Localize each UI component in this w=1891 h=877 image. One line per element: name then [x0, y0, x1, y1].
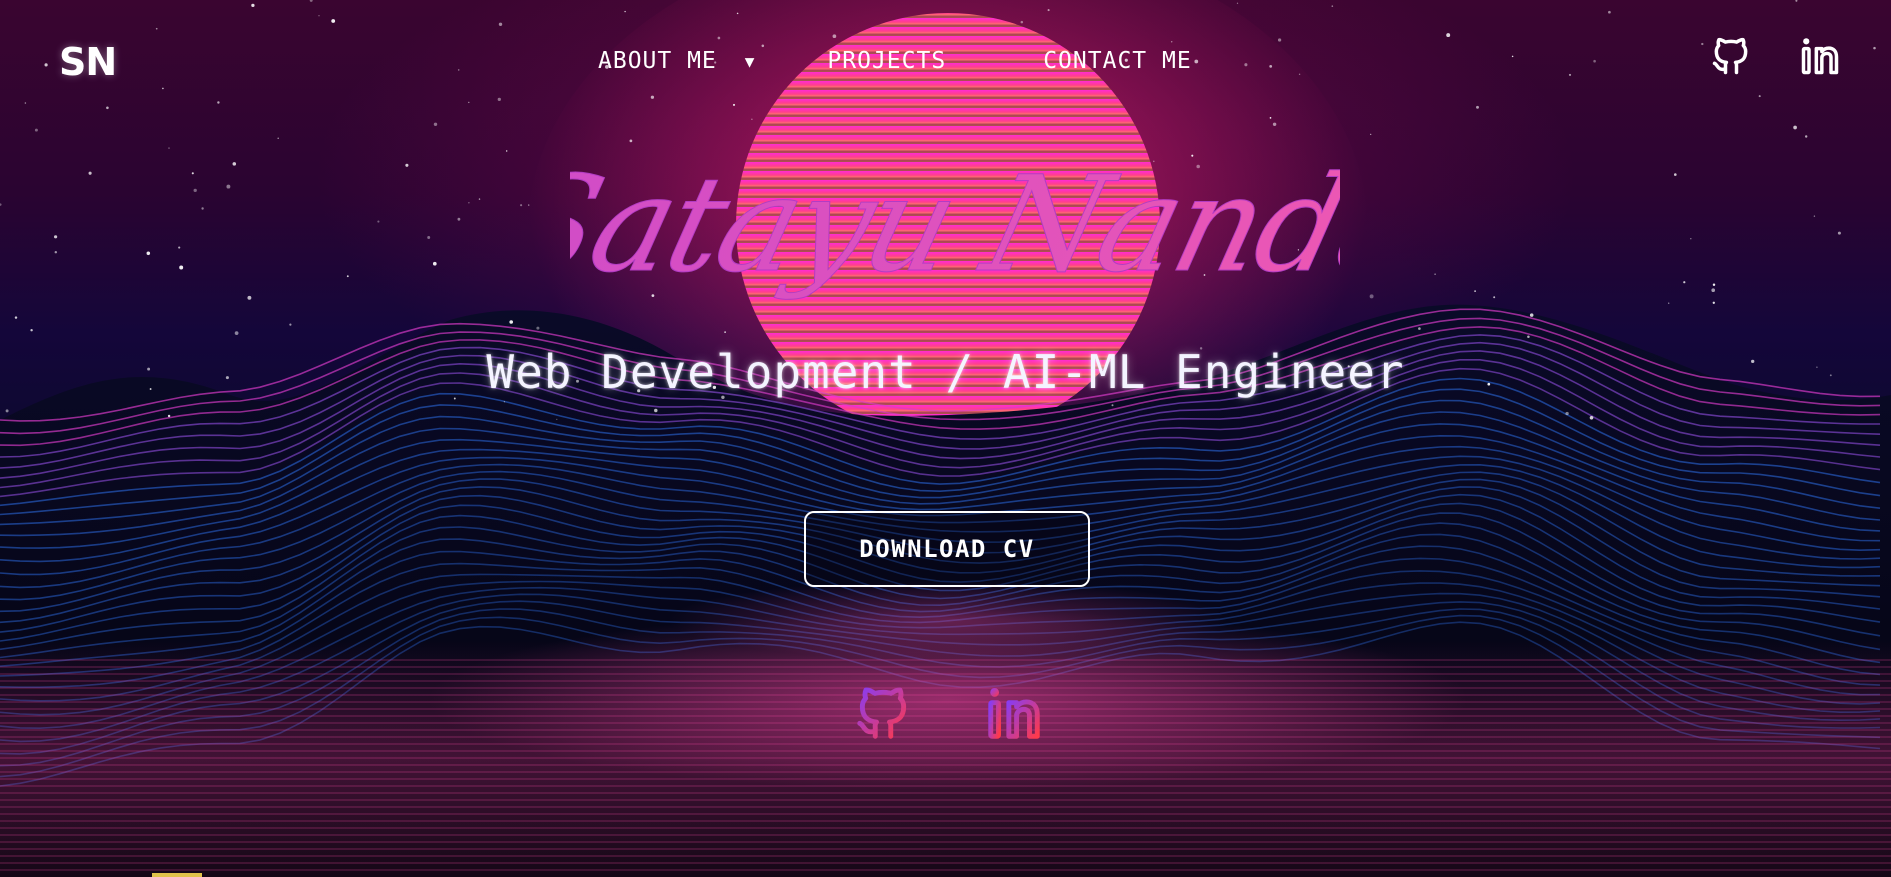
star — [505, 150, 508, 152]
star — [234, 331, 239, 335]
star — [1418, 327, 1421, 330]
chevron-down-icon[interactable]: ▼ — [745, 52, 756, 71]
star — [751, 118, 753, 120]
star — [1668, 302, 1670, 304]
star — [1111, 404, 1114, 407]
star — [468, 202, 470, 204]
star — [289, 323, 292, 326]
github-icon[interactable] — [1709, 34, 1753, 78]
star — [405, 163, 409, 167]
star — [427, 236, 431, 239]
star — [1565, 411, 1569, 416]
nav-item-projects[interactable]: PROJECTS — [827, 48, 946, 74]
star — [14, 316, 18, 319]
star — [1527, 335, 1530, 339]
star — [457, 217, 461, 221]
star — [346, 275, 349, 278]
star — [1712, 301, 1715, 304]
nav-item-about-me[interactable]: ABOUT ME ▼ — [598, 48, 755, 74]
star — [232, 162, 237, 166]
star — [1690, 237, 1692, 240]
hero-name-text: Satayu Nanda — [570, 148, 1340, 302]
star — [1269, 117, 1272, 119]
star — [179, 265, 184, 270]
star — [277, 137, 279, 139]
star — [54, 235, 58, 239]
star — [146, 251, 151, 256]
linkedin-icon[interactable] — [983, 682, 1045, 744]
star — [654, 408, 658, 413]
star — [520, 204, 523, 207]
site-logo[interactable]: SN — [59, 40, 117, 84]
star — [433, 122, 438, 127]
star — [1369, 294, 1374, 299]
main-menu: ABOUT ME ▼ PROJECTS CONTACT ME — [598, 48, 1192, 74]
star — [191, 172, 194, 175]
star — [167, 414, 171, 418]
star — [1711, 288, 1716, 293]
star — [226, 184, 231, 189]
star — [54, 250, 58, 254]
hero-tagline: Web Development / AI-ML Engineer — [486, 345, 1405, 399]
star — [1683, 281, 1686, 284]
star — [1434, 273, 1436, 275]
star — [1712, 283, 1716, 286]
star — [556, 418, 558, 421]
star — [5, 409, 9, 413]
star — [1804, 135, 1808, 138]
star — [377, 220, 380, 223]
corner-tab — [152, 873, 202, 877]
star — [1529, 313, 1534, 317]
star — [1793, 125, 1797, 130]
star — [503, 401, 506, 403]
star — [30, 329, 33, 332]
nav-item-contact-me[interactable]: CONTACT ME — [1043, 48, 1191, 74]
star — [1813, 215, 1816, 217]
star — [724, 331, 726, 333]
star — [1589, 416, 1594, 420]
star — [536, 326, 540, 330]
download-cv-button[interactable]: DOWNLOAD CV — [804, 511, 1090, 587]
star — [1272, 122, 1277, 127]
star — [1837, 231, 1841, 235]
github-icon[interactable] — [852, 682, 914, 744]
star — [1370, 133, 1372, 136]
star — [247, 295, 252, 300]
top-navigation: SN ABOUT ME ▼ PROJECTS CONTACT ME — [0, 0, 1891, 110]
star — [478, 198, 481, 200]
star — [34, 128, 38, 132]
star — [1674, 173, 1677, 176]
nav-item-about-me-label: ABOUT ME — [598, 48, 717, 74]
star — [528, 204, 530, 206]
star — [168, 147, 170, 149]
star — [432, 261, 437, 266]
star — [88, 171, 92, 175]
star — [0, 203, 2, 206]
linkedin-icon[interactable] — [1798, 34, 1842, 78]
star — [1493, 296, 1496, 299]
star — [1474, 290, 1476, 292]
hero-name: Satayu Nanda — [570, 147, 1340, 302]
star — [178, 246, 181, 249]
star — [509, 320, 513, 324]
star — [193, 188, 197, 193]
star — [201, 207, 204, 210]
page: SN ABOUT ME ▼ PROJECTS CONTACT ME Satayu… — [0, 0, 1891, 877]
